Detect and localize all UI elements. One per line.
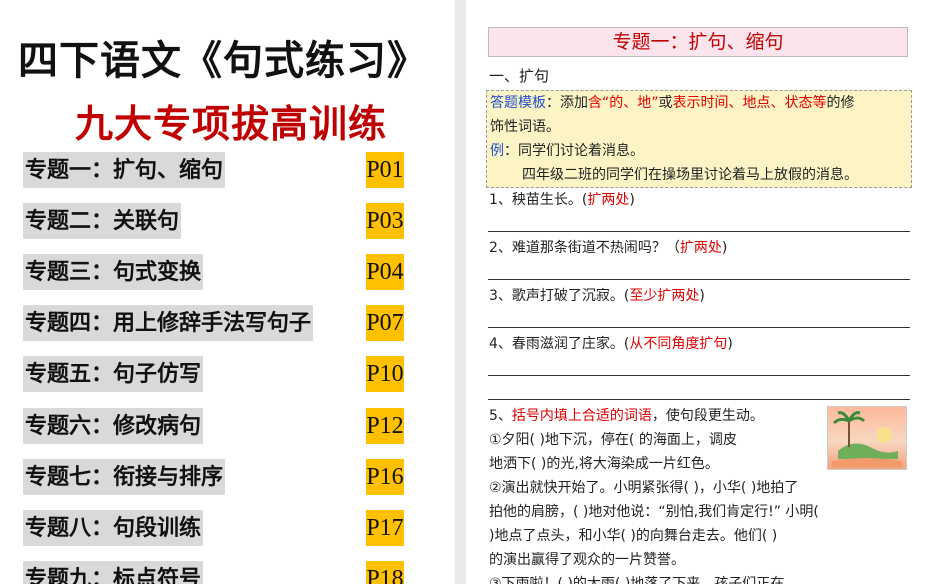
toc-item-label: 专题六：修改病句 <box>23 408 204 444</box>
island-sunset-icon <box>832 411 902 467</box>
island-illustration <box>827 406 907 470</box>
example-line-2: 四年级二班的同学们在操场里讨论着马上放假的消息。 <box>522 167 858 183</box>
question-hint: 至少扩两处 <box>629 288 700 304</box>
question-hint: 扩两处 <box>679 240 722 256</box>
toc-item-label: 专题三：句式变换 <box>23 254 204 290</box>
question-5: 5、括号内填上合适的词语，使句段更生动。 <box>489 406 764 426</box>
template-line-1: 答题模板：添加含“的、地”或表示时间、地点、状态等的修 <box>490 93 855 113</box>
toc-item-1[interactable]: 专题一：扩句、缩句 P01 <box>23 152 413 188</box>
template-highlight: 表示时间、地点、状态等 <box>672 95 827 111</box>
paragraph-2-line-1: ②演出就快开始了。小明紧张得( )，小华( )地拍了 <box>489 480 799 496</box>
toc-item-label: 专题七：衔接与排序 <box>23 459 226 495</box>
document-title: 四下语文《句式练习》 <box>18 37 428 84</box>
toc-item-page: P16 <box>366 459 404 495</box>
section-heading: 一、扩句 <box>489 67 550 85</box>
answer-line-5[interactable] <box>488 399 910 400</box>
template-highlight: 含“的、地” <box>588 95 659 111</box>
answer-line-1[interactable] <box>488 231 910 232</box>
question-1: 1、秧苗生长。(扩两处) <box>489 190 635 210</box>
template-line-2: 饰性词语。 <box>490 119 560 135</box>
question-hint: 从不同角度扩句 <box>629 336 728 352</box>
question-text: ，使句段更生动。 <box>651 408 764 424</box>
toc-item-page: P07 <box>366 305 404 341</box>
exercise-page: 专题一：扩句、缩句 一、扩句 答题模板：添加含“的、地”或表示时间、地点、状态等… <box>466 0 930 584</box>
toc-item-page: P12 <box>366 408 404 444</box>
question-text: ) <box>721 240 728 256</box>
toc-item-label: 专题九：标点符号 <box>23 561 204 584</box>
question-text: ) <box>727 336 733 352</box>
toc-item-2[interactable]: 专题二：关联句 P03 <box>23 203 413 239</box>
toc-item-page: P03 <box>366 203 404 239</box>
toc-item-label: 专题五：句子仿写 <box>23 356 204 392</box>
question-text: 4、春雨滋润了庄家。( <box>489 336 630 352</box>
toc-item-5[interactable]: 专题五：句子仿写 P10 <box>23 356 413 392</box>
question-text: 1、秧苗生长。( <box>489 192 588 208</box>
answer-line-3[interactable] <box>488 327 910 328</box>
paragraph-1-line-1: ①夕阳( )地下沉，停在( 的海面上，调皮 <box>489 432 737 448</box>
toc-item-9[interactable]: 专题九：标点符号 P18 <box>23 561 413 584</box>
toc-item-page: P01 <box>366 152 404 188</box>
toc-item-3[interactable]: 专题三：句式变换 P04 <box>23 254 413 290</box>
question-hint: 括号内填上合适的词语 <box>511 408 652 424</box>
question-2: 2、难道那条街道不热闹吗？（扩两处) <box>489 238 727 258</box>
toc-item-label: 专题四：用上修辞手法写句子 <box>23 305 314 341</box>
toc-item-label: 专题二：关联句 <box>23 203 182 239</box>
question-3: 3、歌声打破了沉寂。(至少扩两处) <box>489 286 705 306</box>
toc-item-label: 专题八：句段训练 <box>23 510 204 546</box>
paragraph-1-line-2: 地洒下( )的光,将大海染成一片红色。 <box>489 456 719 472</box>
toc-item-label: 专题一：扩句、缩句 <box>23 152 226 188</box>
toc-item-page: P04 <box>366 254 404 290</box>
question-text: ) <box>629 192 635 208</box>
toc-item-page: P10 <box>366 356 404 392</box>
toc-item-6[interactable]: 专题六：修改病句 P12 <box>23 408 413 444</box>
paragraph-2-line-4: 的演出赢得了观众的一片赞誉。 <box>489 552 685 568</box>
document-subtitle: 九大专项拔高训练 <box>75 101 388 146</box>
paragraph-3-line-1: ③下雨啦！( )的大雨( )地落了下来，孩子们正在 <box>489 576 785 584</box>
question-text: 5、 <box>489 408 512 424</box>
answer-line-4[interactable] <box>488 375 910 376</box>
toc-item-page: P17 <box>366 510 404 546</box>
question-text: 3、歌声打破了沉寂。( <box>489 288 630 304</box>
example-line-1: 例：同学们讨论着消息。 <box>490 141 644 161</box>
answer-line-2[interactable] <box>488 279 910 280</box>
template-text: ：添加 <box>546 95 588 111</box>
toc-item-8[interactable]: 专题八：句段训练 P17 <box>23 510 413 546</box>
example-label: 例 <box>490 143 504 159</box>
paragraph-2-line-3: )地点了点头，和小华( )的向舞台走去。他们( ) <box>489 528 778 544</box>
example-text: ：同学们讨论着消息。 <box>504 143 644 159</box>
question-hint: 扩两处 <box>587 192 630 208</box>
toc-item-4[interactable]: 专题四：用上修辞手法写句子 P07 <box>23 305 413 341</box>
section-banner: 专题一：扩句、缩句 <box>488 27 908 57</box>
question-text: 2、难道那条街道不热闹吗？（ <box>489 240 680 256</box>
paragraph-2-line-2: 拍他的肩膀，( )地对他说：“别怕,我们肯定行!” 小明( <box>489 504 819 520</box>
toc-item-7[interactable]: 专题七：衔接与排序 P16 <box>23 459 413 495</box>
template-text: 的修 <box>826 95 855 111</box>
template-label: 答题模板 <box>490 95 546 111</box>
toc-page: 四下语文《句式练习》 九大专项拔高训练 专题一：扩句、缩句 P01 专题二：关联… <box>0 0 455 584</box>
toc-item-page: P18 <box>366 561 404 584</box>
template-text: 或 <box>658 95 673 111</box>
question-4: 4、春雨滋润了庄家。(从不同角度扩句) <box>489 334 733 354</box>
question-text: ) <box>699 288 705 304</box>
